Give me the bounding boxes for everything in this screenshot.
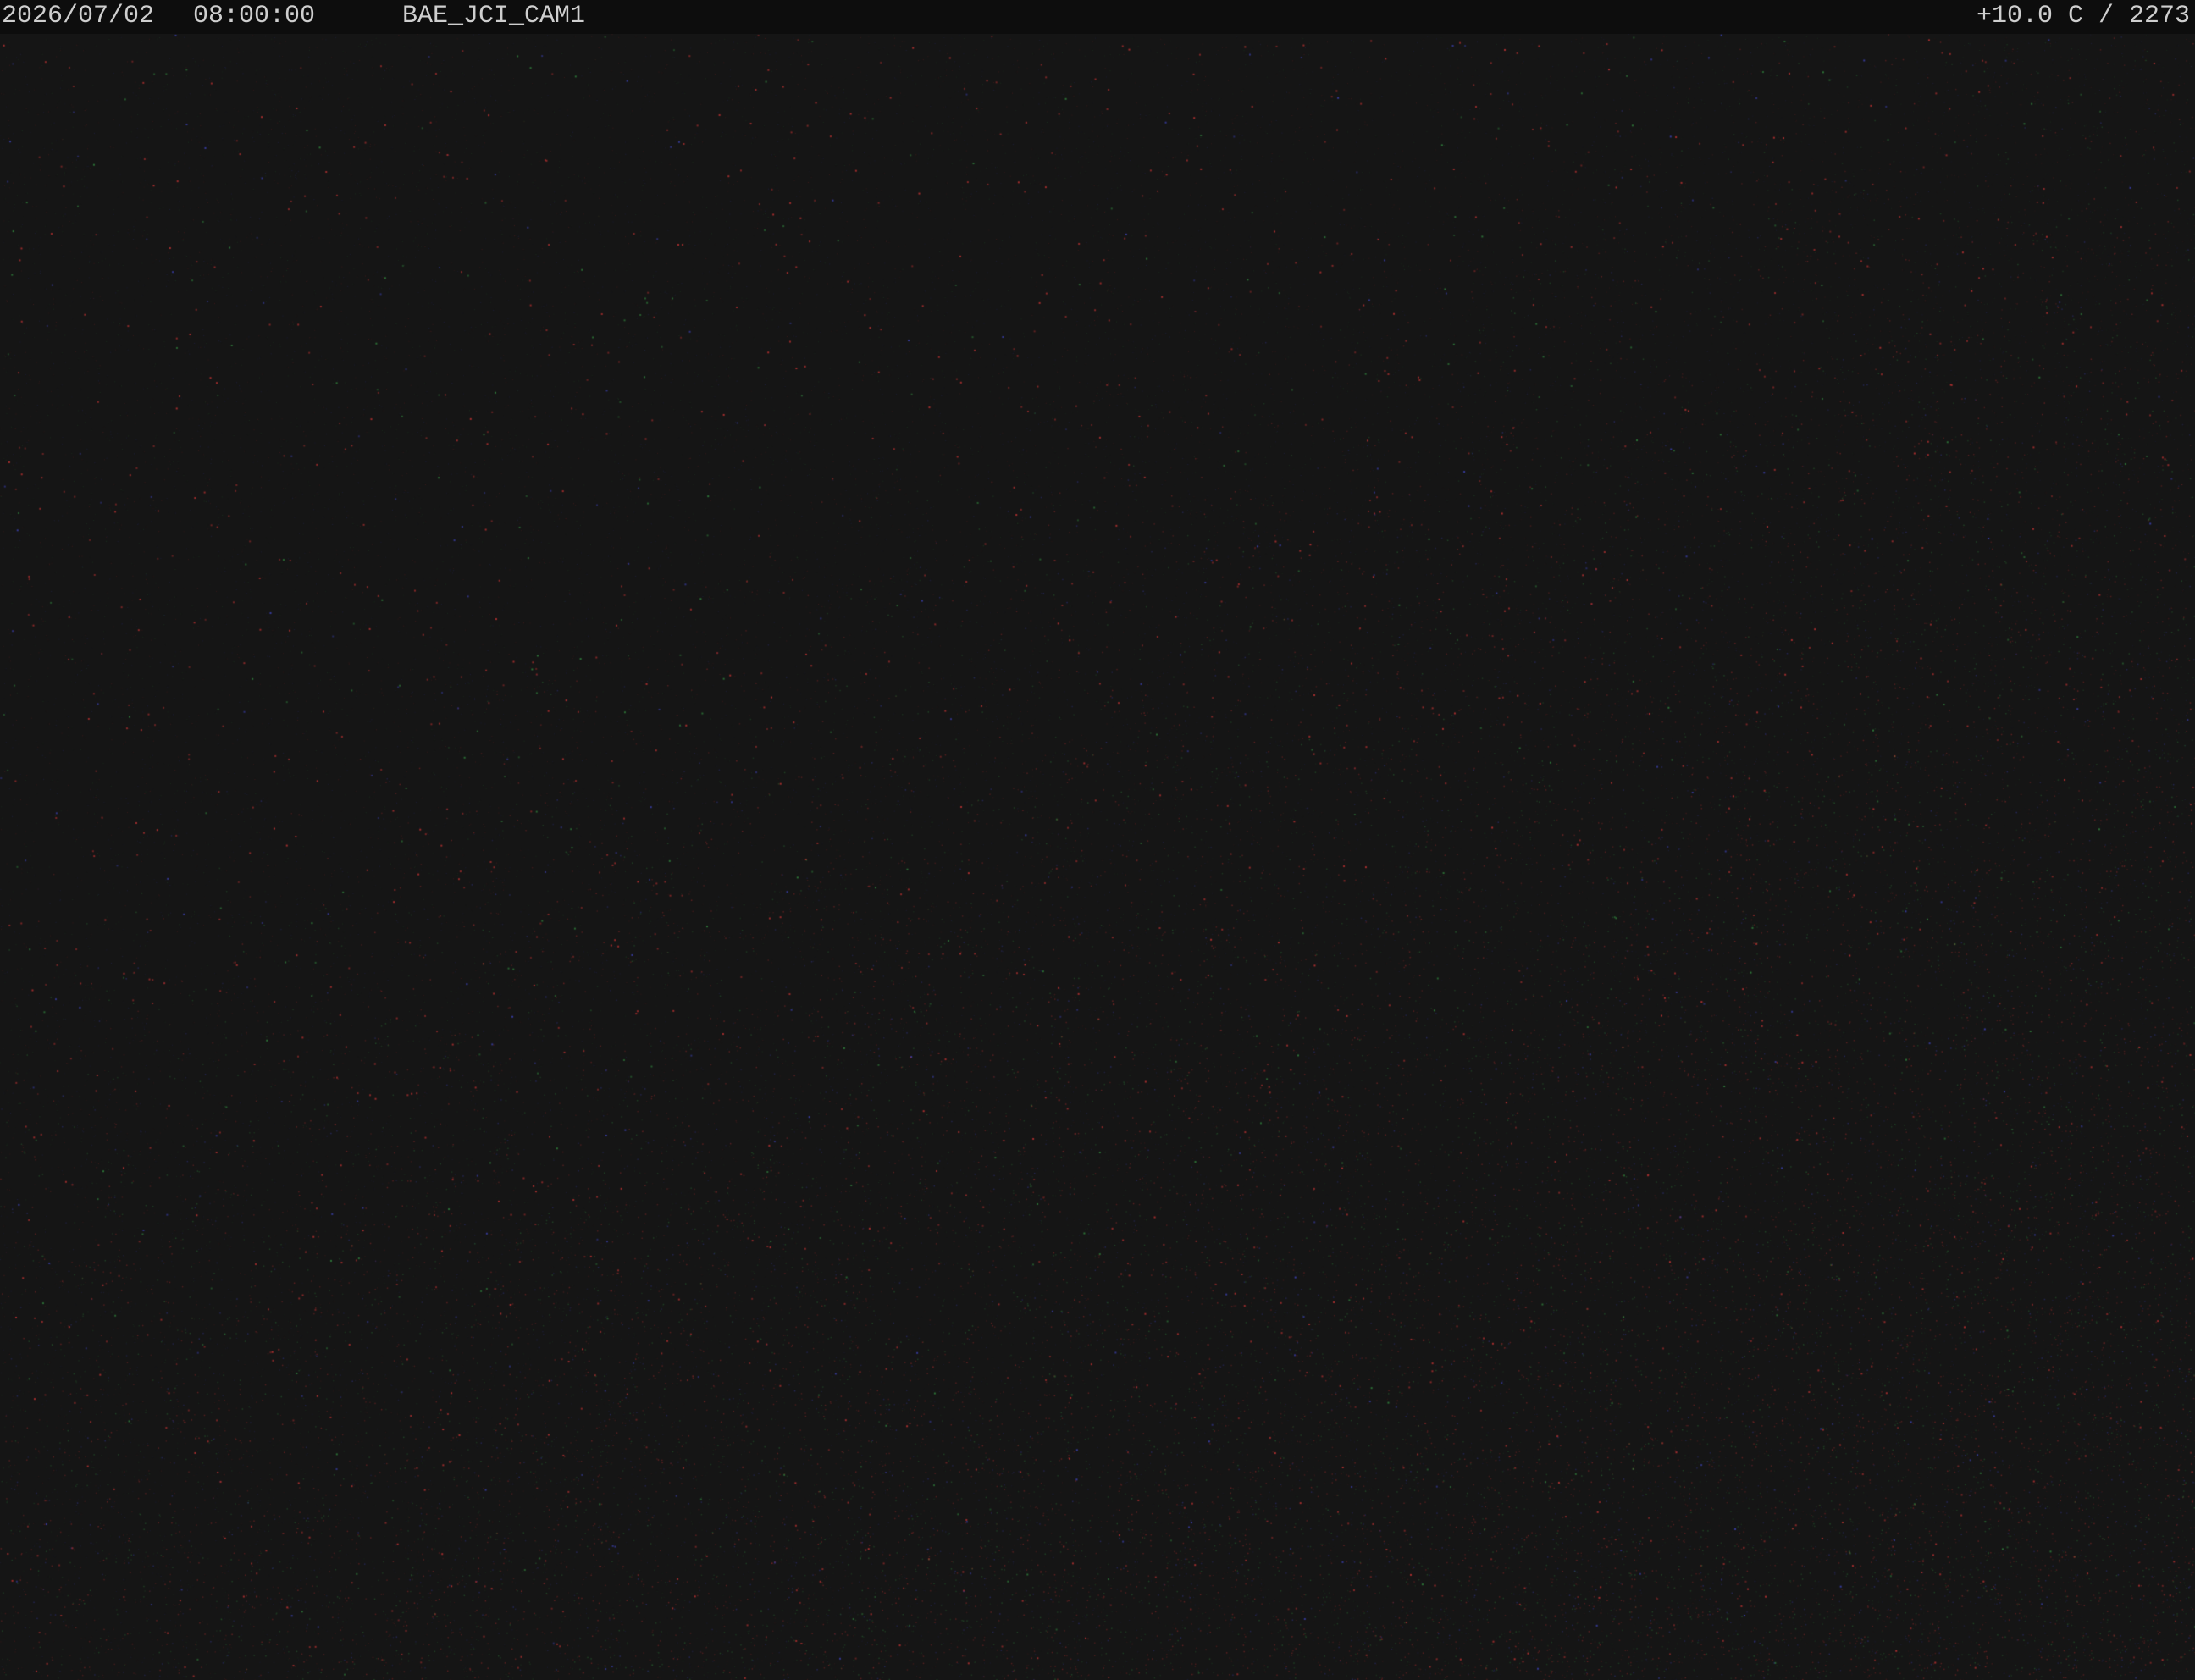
overlay-camera-id: BAE_JCI_CAM1 (402, 2, 586, 30)
overlay-date: 2026/07/02 (2, 2, 155, 30)
camera-frame: 2026/07/02 08:00:00 BAE_JCI_CAM1 +10.0 C… (0, 0, 2195, 1680)
sensor-noise-image (0, 0, 2195, 1680)
overlay-time: 08:00:00 (193, 2, 316, 30)
timestamp-overlay-bar: 2026/07/02 08:00:00 BAE_JCI_CAM1 +10.0 C… (0, 0, 2195, 34)
overlay-temperature-readout: +10.0 C / 2273 (1976, 2, 2190, 30)
